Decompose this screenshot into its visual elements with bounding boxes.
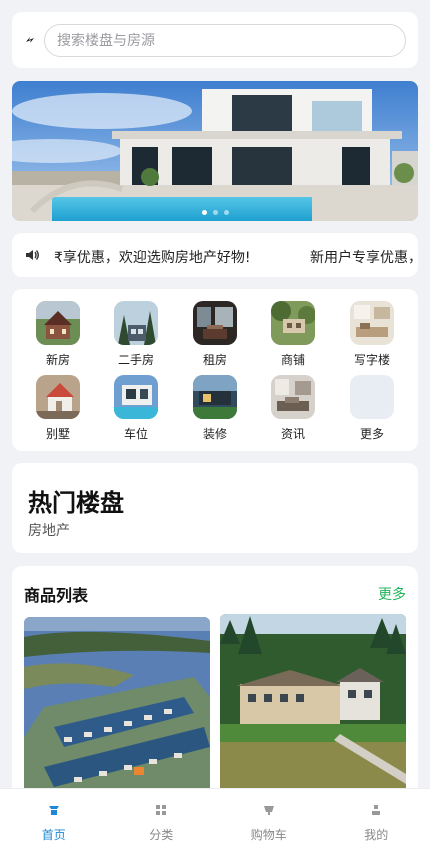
home-icon bbox=[48, 806, 59, 815]
tab-home[interactable]: 首页 bbox=[0, 789, 108, 844]
location-icon[interactable] bbox=[24, 33, 36, 47]
category-item-parking[interactable]: 车位 bbox=[101, 375, 171, 442]
cart-icon bbox=[263, 806, 274, 815]
category-item-more[interactable]: 更多 bbox=[337, 375, 407, 442]
user-icon bbox=[372, 805, 381, 815]
search-input[interactable] bbox=[44, 24, 406, 57]
carousel-dots bbox=[12, 210, 418, 215]
category-item-shop[interactable]: 商铺 bbox=[258, 301, 328, 368]
carousel-dot[interactable] bbox=[201, 210, 207, 215]
category-label: 车位 bbox=[123, 427, 148, 441]
villa-icon bbox=[36, 375, 80, 419]
more-link[interactable]: 更多 bbox=[378, 584, 406, 604]
hot-properties-card[interactable]: 热门楼盘 房地产 bbox=[12, 463, 418, 553]
product-list: 商品列表 更多 bbox=[12, 566, 418, 826]
carousel-dot[interactable] bbox=[212, 210, 218, 215]
category-label: 新房 bbox=[45, 353, 70, 367]
rental-icon bbox=[193, 301, 237, 345]
tab-mine[interactable]: 我的 bbox=[323, 789, 430, 844]
banner-carousel[interactable] bbox=[12, 81, 418, 221]
tab-cart[interactable]: 购物车 bbox=[215, 789, 323, 844]
notice-text: 新用户专享优惠， bbox=[310, 250, 418, 266]
product-list-title: 商品列表 bbox=[24, 586, 89, 605]
category-label: 别墅 bbox=[45, 427, 70, 441]
category-label: 租房 bbox=[202, 353, 227, 367]
grid-icon bbox=[156, 805, 167, 815]
category-label: 资讯 bbox=[280, 427, 305, 441]
office-icon bbox=[350, 301, 394, 345]
product-card[interactable] bbox=[220, 614, 406, 814]
product-image bbox=[220, 614, 406, 814]
category-item-news[interactable]: 资讯 bbox=[258, 375, 328, 442]
new-house-icon bbox=[36, 301, 80, 345]
more-icon bbox=[350, 375, 394, 419]
notice-bar[interactable]: ₹享优惠，欢迎选购房地产好物! 新用户专享优惠， bbox=[12, 233, 418, 277]
category-item-decoration[interactable]: 装修 bbox=[180, 375, 250, 442]
tab-label: 分类 bbox=[149, 828, 174, 842]
notice-text: ₹享优惠，欢迎选购房地产好物! bbox=[54, 250, 251, 266]
search-bar bbox=[12, 12, 418, 68]
category-label: 二手房 bbox=[117, 353, 154, 367]
tab-label: 首页 bbox=[41, 828, 66, 842]
product-image bbox=[24, 617, 210, 817]
product-card[interactable] bbox=[24, 617, 210, 817]
news-icon bbox=[271, 375, 315, 419]
notice-marquee: ₹享优惠，欢迎选购房地产好物! 新用户专享优惠， bbox=[44, 233, 418, 277]
tab-category[interactable]: 分类 bbox=[108, 789, 216, 844]
decoration-icon bbox=[193, 375, 237, 419]
banner-image bbox=[12, 81, 418, 221]
category-item-office[interactable]: 写字楼 bbox=[337, 301, 407, 368]
category-item-new-house[interactable]: 新房 bbox=[23, 301, 93, 368]
tab-label: 购物车 bbox=[250, 828, 287, 842]
tab-bar: 首页 分类 购物车 我的 bbox=[0, 788, 430, 844]
category-item-villa[interactable]: 别墅 bbox=[23, 375, 93, 442]
category-item-rental[interactable]: 租房 bbox=[180, 301, 250, 368]
category-item-second-hand-house[interactable]: 二手房 bbox=[101, 301, 171, 368]
category-label: 写字楼 bbox=[353, 353, 390, 367]
shop-icon bbox=[271, 301, 315, 345]
speaker-icon bbox=[26, 250, 39, 260]
category-grid: 新房 二手房 租房 商铺 写字楼 别墅 车位 装修 资讯 更多 bbox=[12, 289, 418, 451]
carousel-dot[interactable] bbox=[223, 210, 229, 215]
hot-subtitle: 房地产 bbox=[28, 523, 70, 539]
tab-label: 我的 bbox=[364, 828, 389, 842]
hot-title: 热门楼盘 bbox=[28, 489, 124, 517]
second-hand-house-icon bbox=[114, 301, 158, 345]
parking-icon bbox=[114, 375, 158, 419]
category-label: 装修 bbox=[202, 427, 227, 441]
category-label: 商铺 bbox=[280, 353, 305, 367]
category-label: 更多 bbox=[359, 427, 384, 441]
